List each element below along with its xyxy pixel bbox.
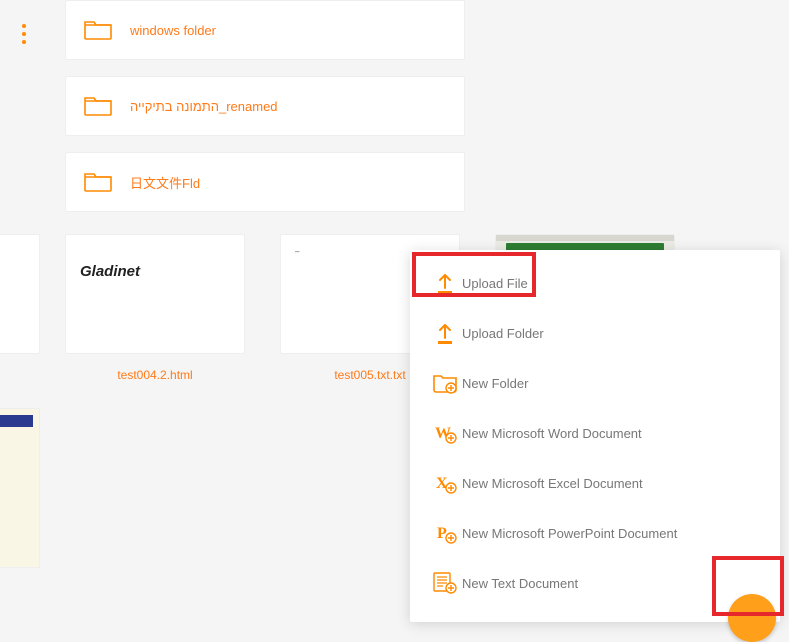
fab-button[interactable] bbox=[728, 594, 776, 642]
new-text-menu-item[interactable]: New Text Document bbox=[410, 558, 780, 608]
file-tile[interactable] bbox=[0, 234, 40, 368]
upload-file-icon bbox=[428, 271, 462, 295]
file-caption bbox=[0, 354, 40, 368]
menu-item-label: New Microsoft Word Document bbox=[462, 426, 642, 441]
context-menu: Upload File Upload Folder New Folder W bbox=[410, 250, 780, 622]
menu-item-label: Upload File bbox=[462, 276, 528, 291]
thumb-brand: Gladinet bbox=[80, 263, 140, 280]
file-caption: test004.2.html bbox=[65, 354, 245, 382]
folder-label: windows folder bbox=[130, 23, 216, 38]
file-tile[interactable] bbox=[0, 408, 40, 568]
word-icon: W bbox=[428, 422, 462, 444]
menu-item-label: Upload Folder bbox=[462, 326, 544, 341]
new-folder-menu-item[interactable]: New Folder bbox=[410, 358, 780, 408]
folder-icon bbox=[84, 18, 112, 43]
folder-icon bbox=[84, 94, 112, 119]
thumb-text: – bbox=[295, 247, 299, 256]
menu-item-label: New Microsoft PowerPoint Document bbox=[462, 526, 677, 541]
menu-item-label: New Text Document bbox=[462, 576, 578, 591]
menu-item-label: New Microsoft Excel Document bbox=[462, 476, 643, 491]
file-tile[interactable]: Gladinet test004.2.html bbox=[65, 234, 245, 382]
upload-folder-icon bbox=[428, 321, 462, 345]
new-word-menu-item[interactable]: W New Microsoft Word Document bbox=[410, 408, 780, 458]
folder-row[interactable]: התמונה בתיקייה_renamed bbox=[65, 76, 465, 136]
excel-icon: X bbox=[428, 472, 462, 494]
folder-label: התמונה בתיקייה_renamed bbox=[130, 99, 278, 114]
folder-row[interactable]: 日文文件Fld bbox=[65, 152, 465, 212]
file-thumb: Gladinet bbox=[65, 234, 245, 354]
folder-row[interactable]: windows folder bbox=[65, 0, 465, 60]
menu-item-label: New Folder bbox=[462, 376, 528, 391]
upload-folder-menu-item[interactable]: Upload Folder bbox=[410, 308, 780, 358]
new-excel-menu-item[interactable]: X New Microsoft Excel Document bbox=[410, 458, 780, 508]
folder-icon bbox=[84, 170, 112, 195]
folder-label: 日文文件Fld bbox=[130, 173, 200, 192]
text-doc-icon bbox=[428, 572, 462, 594]
file-thumb bbox=[0, 234, 40, 354]
new-powerpoint-menu-item[interactable]: P New Microsoft PowerPoint Document bbox=[410, 508, 780, 558]
upload-file-menu-item[interactable]: Upload File bbox=[410, 258, 780, 308]
more-options-button[interactable] bbox=[16, 20, 36, 50]
powerpoint-icon: P bbox=[428, 522, 462, 544]
new-folder-icon bbox=[428, 372, 462, 394]
